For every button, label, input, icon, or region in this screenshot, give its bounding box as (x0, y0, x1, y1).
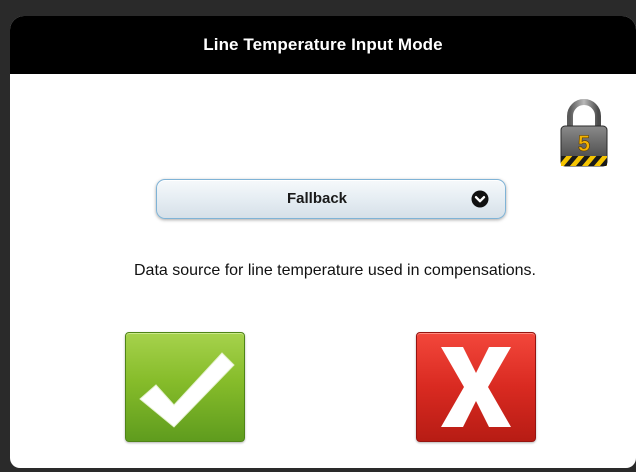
x-icon (441, 347, 511, 427)
description-text: Data source for line temperature used in… (134, 262, 536, 279)
chevron-down-circle-icon (471, 190, 489, 208)
dropdown-selected-value: Fallback (286, 190, 348, 207)
lock-level-number: 5 (578, 131, 590, 156)
checkmark-icon (139, 352, 235, 428)
dialog-title-bar: Line Temperature Input Mode (10, 16, 636, 74)
window-frame: Line Temperature Input Mode 5 Fallback D… (0, 0, 636, 472)
dialog-title: Line Temperature Input Mode (203, 35, 443, 54)
padlock-icon: 5 (560, 99, 608, 167)
input-mode-dialog: Line Temperature Input Mode 5 Fallback D… (10, 16, 636, 468)
cancel-button[interactable] (416, 332, 536, 442)
confirm-button[interactable] (125, 332, 245, 442)
access-level-lock: 5 (555, 98, 613, 168)
input-mode-dropdown[interactable]: Fallback (156, 179, 506, 219)
